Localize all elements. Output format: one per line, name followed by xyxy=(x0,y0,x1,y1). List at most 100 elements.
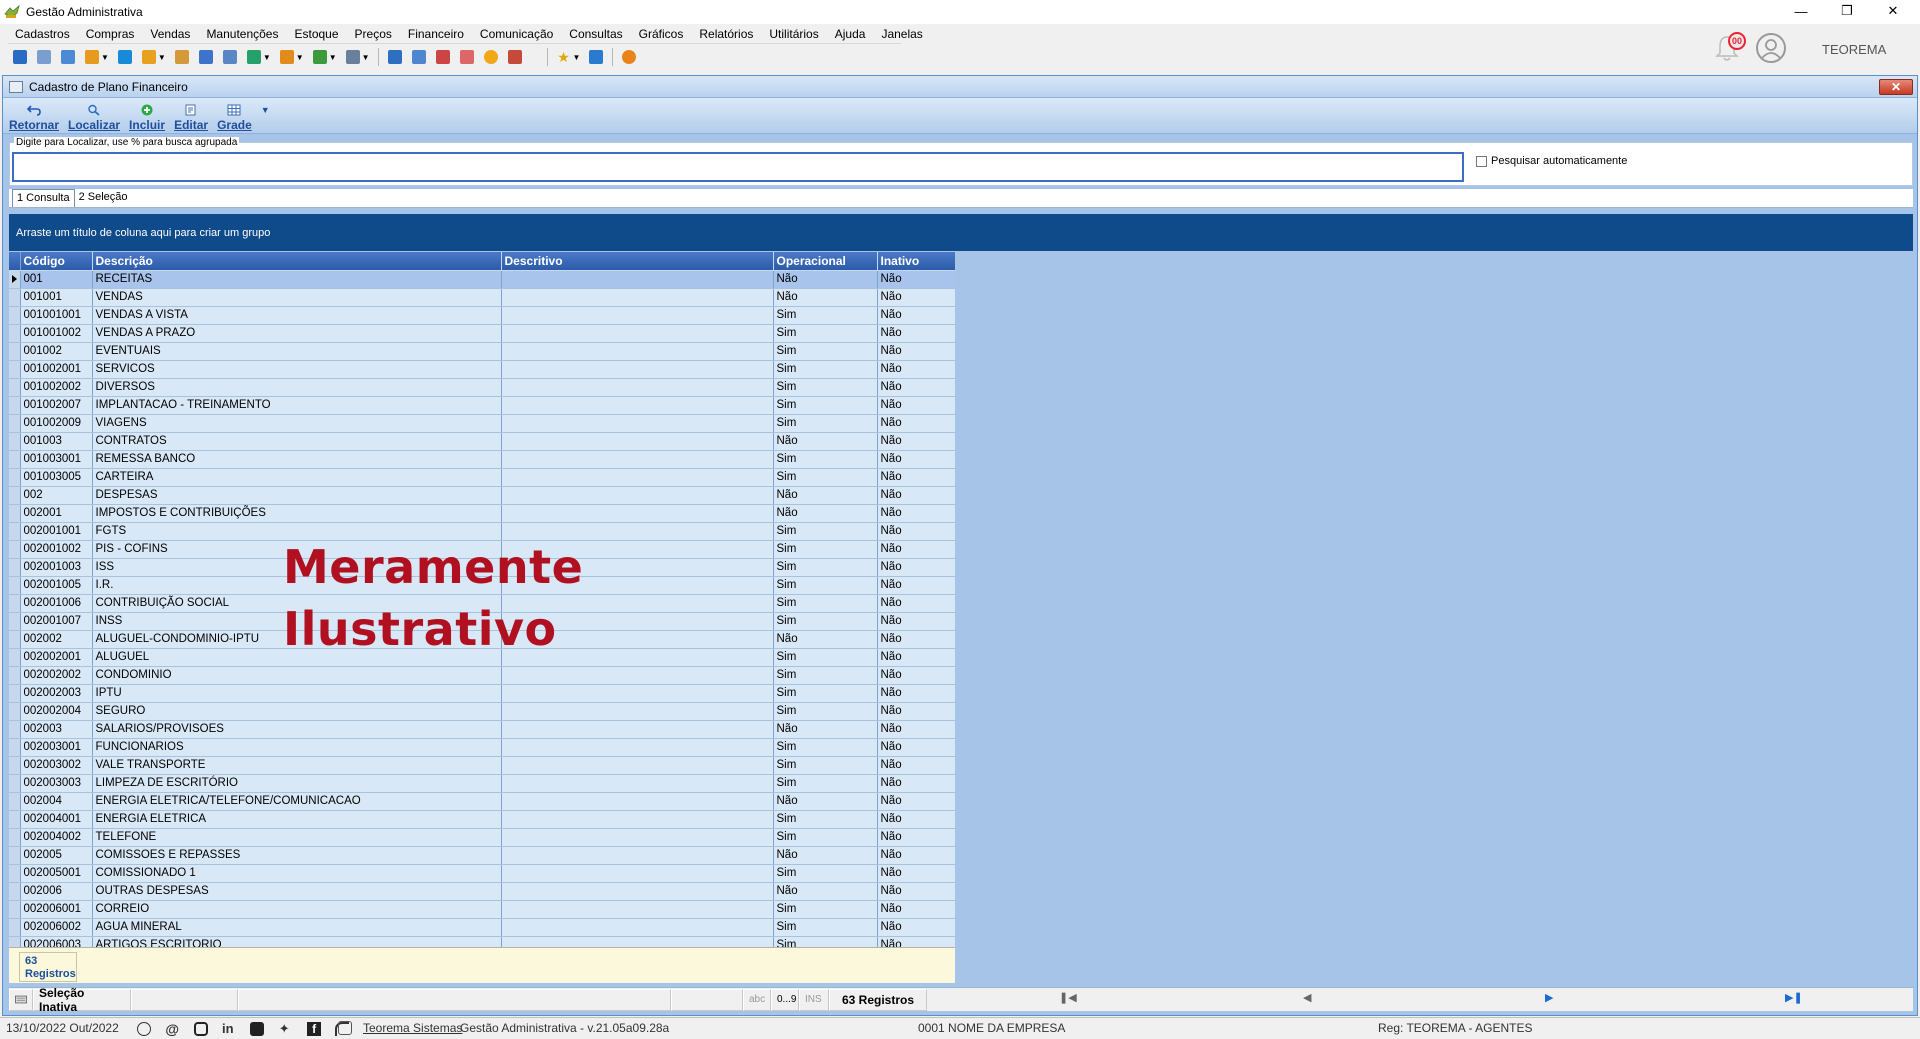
tab-consulta[interactable]: 1 Consulta xyxy=(12,189,75,207)
cell-operacional[interactable]: Sim xyxy=(773,756,878,775)
table-row[interactable]: 001002009 VIAGENS Sim Não xyxy=(9,414,955,433)
table-row[interactable]: 002002003 IPTU Sim Não xyxy=(9,684,955,703)
cell-codigo[interactable]: 002002001 xyxy=(20,648,93,667)
cell-descritivo[interactable] xyxy=(501,684,774,703)
table-row[interactable]: 002006002 AGUA MINERAL Sim Não xyxy=(9,918,955,937)
cell-descritivo[interactable] xyxy=(501,270,774,289)
cell-descritivo[interactable] xyxy=(501,702,774,721)
clipboard-icon[interactable] xyxy=(198,50,213,64)
cell-descritivo[interactable] xyxy=(501,468,774,487)
cell-operacional[interactable]: Sim xyxy=(773,684,878,703)
cell-codigo[interactable]: 001002002 xyxy=(20,378,93,397)
dropdown-arrow-icon[interactable]: ▼ xyxy=(158,53,166,62)
cell-inativo[interactable]: Não xyxy=(877,342,955,361)
cell-inativo[interactable]: Não xyxy=(877,900,955,919)
menu-precos[interactable]: Preços xyxy=(347,27,400,41)
previous-record-icon[interactable]: ◀ xyxy=(1303,991,1311,1004)
cell-operacional[interactable]: Sim xyxy=(773,414,878,433)
power-icon[interactable] xyxy=(622,50,637,64)
cell-descritivo[interactable] xyxy=(501,810,774,829)
child-close-button[interactable]: ✕ xyxy=(1879,79,1913,95)
table-row[interactable]: 002006001 CORREIO Sim Não xyxy=(9,900,955,919)
cell-operacional[interactable]: Sim xyxy=(773,342,878,361)
cell-descricao[interactable]: SERVICOS xyxy=(92,360,502,379)
dropdown-arrow-icon[interactable]: ▼ xyxy=(296,53,304,62)
cell-inativo[interactable]: Não xyxy=(877,774,955,793)
cell-inativo[interactable]: Não xyxy=(877,594,955,613)
column-header-inativo[interactable]: Inativo xyxy=(877,252,955,271)
back-button[interactable]: Retornar xyxy=(9,104,59,133)
facebook-icon[interactable]: f xyxy=(307,1021,322,1036)
edit-button[interactable]: Editar xyxy=(174,104,208,133)
column-header-operacional[interactable]: Operacional xyxy=(773,252,878,271)
cell-codigo[interactable]: 002002 xyxy=(20,630,93,649)
money-icon[interactable] xyxy=(312,50,327,64)
cell-operacional[interactable]: Não xyxy=(773,846,878,865)
cart-icon[interactable] xyxy=(246,50,261,64)
find-button[interactable]: Localizar xyxy=(68,104,120,133)
cell-descricao[interactable]: ENERGIA ELETRICA/TELEFONE/COMUNICACAO xyxy=(92,792,502,811)
cell-codigo[interactable]: 002003002 xyxy=(20,756,93,775)
cell-inativo[interactable]: Não xyxy=(877,846,955,865)
card-icon[interactable] xyxy=(222,50,237,64)
cell-operacional[interactable]: Sim xyxy=(773,900,878,919)
cell-codigo[interactable]: 002003001 xyxy=(20,738,93,757)
cell-descricao[interactable]: DIVERSOS xyxy=(92,378,502,397)
cell-inativo[interactable]: Não xyxy=(877,324,955,343)
cell-codigo[interactable]: 002002002 xyxy=(20,666,93,685)
cell-operacional[interactable]: Sim xyxy=(773,324,878,343)
table-row[interactable]: 002004 ENERGIA ELETRICA/TELEFONE/COMUNICA… xyxy=(9,792,955,811)
cell-inativo[interactable]: Não xyxy=(877,558,955,577)
company-link[interactable]: Teorema Sistemas xyxy=(363,1021,462,1035)
cell-codigo[interactable]: 001001 xyxy=(20,288,93,307)
cell-operacional[interactable]: Não xyxy=(773,792,878,811)
cell-descritivo[interactable] xyxy=(501,828,774,847)
cell-operacional[interactable]: Sim xyxy=(773,360,878,379)
cell-inativo[interactable]: Não xyxy=(877,648,955,667)
cell-inativo[interactable]: Não xyxy=(877,522,955,541)
cell-descricao[interactable]: AGUA MINERAL xyxy=(92,918,502,937)
first-record-icon[interactable]: ❚◀ xyxy=(1059,991,1077,1004)
cell-inativo[interactable]: Não xyxy=(877,936,955,947)
info-icon[interactable] xyxy=(589,50,604,64)
add-button[interactable]: Incluir xyxy=(129,104,165,133)
cell-codigo[interactable]: 002006 xyxy=(20,882,93,901)
cell-operacional[interactable]: Sim xyxy=(773,918,878,937)
cell-operacional[interactable]: Não xyxy=(773,882,878,901)
cell-descricao[interactable]: CARTEIRA xyxy=(92,468,502,487)
cell-operacional[interactable]: Não xyxy=(773,270,878,289)
table-row[interactable]: 001 RECEITAS Não Não xyxy=(9,270,955,289)
table-icon[interactable] xyxy=(411,50,426,64)
cell-descritivo[interactable] xyxy=(501,774,774,793)
table-row[interactable]: 001003 CONTRATOS Não Não xyxy=(9,432,955,451)
cell-descritivo[interactable] xyxy=(501,846,774,865)
cell-operacional[interactable]: Sim xyxy=(773,396,878,415)
cell-descritivo[interactable] xyxy=(501,486,774,505)
cell-operacional[interactable]: Sim xyxy=(773,738,878,757)
cell-operacional[interactable]: Sim xyxy=(773,468,878,487)
cell-descritivo[interactable] xyxy=(501,918,774,937)
table-row[interactable]: 002003002 VALE TRANSPORTE Sim Não xyxy=(9,756,955,775)
table-row[interactable]: 001002 EVENTUAIS Sim Não xyxy=(9,342,955,361)
email-icon[interactable]: @ xyxy=(165,1022,179,1036)
cell-descricao[interactable]: ARTIGOS ESCRITORIO xyxy=(92,936,502,947)
user-icon[interactable] xyxy=(174,50,189,64)
cell-inativo[interactable]: Não xyxy=(877,810,955,829)
table-row[interactable]: 002004001 ENERGIA ELETRICA Sim Não xyxy=(9,810,955,829)
list-icon[interactable] xyxy=(85,50,99,64)
calculator-icon[interactable] xyxy=(387,50,402,64)
menu-graficos[interactable]: Gráficos xyxy=(631,27,692,41)
cell-operacional[interactable]: Sim xyxy=(773,450,878,469)
grid-button[interactable]: Grade xyxy=(217,104,252,133)
cell-inativo[interactable]: Não xyxy=(877,702,955,721)
cell-operacional[interactable]: Sim xyxy=(773,378,878,397)
restore-button[interactable]: ❐ xyxy=(1824,0,1870,22)
cell-codigo[interactable]: 002001007 xyxy=(20,612,93,631)
table-row[interactable]: 001003001 REMESSA BANCO Sim Não xyxy=(9,450,955,469)
globe-icon[interactable] xyxy=(137,1021,151,1036)
menu-utilitarios[interactable]: Utilitários xyxy=(761,27,826,41)
cell-descricao[interactable]: DESPESAS xyxy=(92,486,502,505)
cell-inativo[interactable]: Não xyxy=(877,792,955,811)
cell-descricao[interactable]: SEGURO xyxy=(92,702,502,721)
menu-manutencoes[interactable]: Manutenções xyxy=(198,27,286,41)
